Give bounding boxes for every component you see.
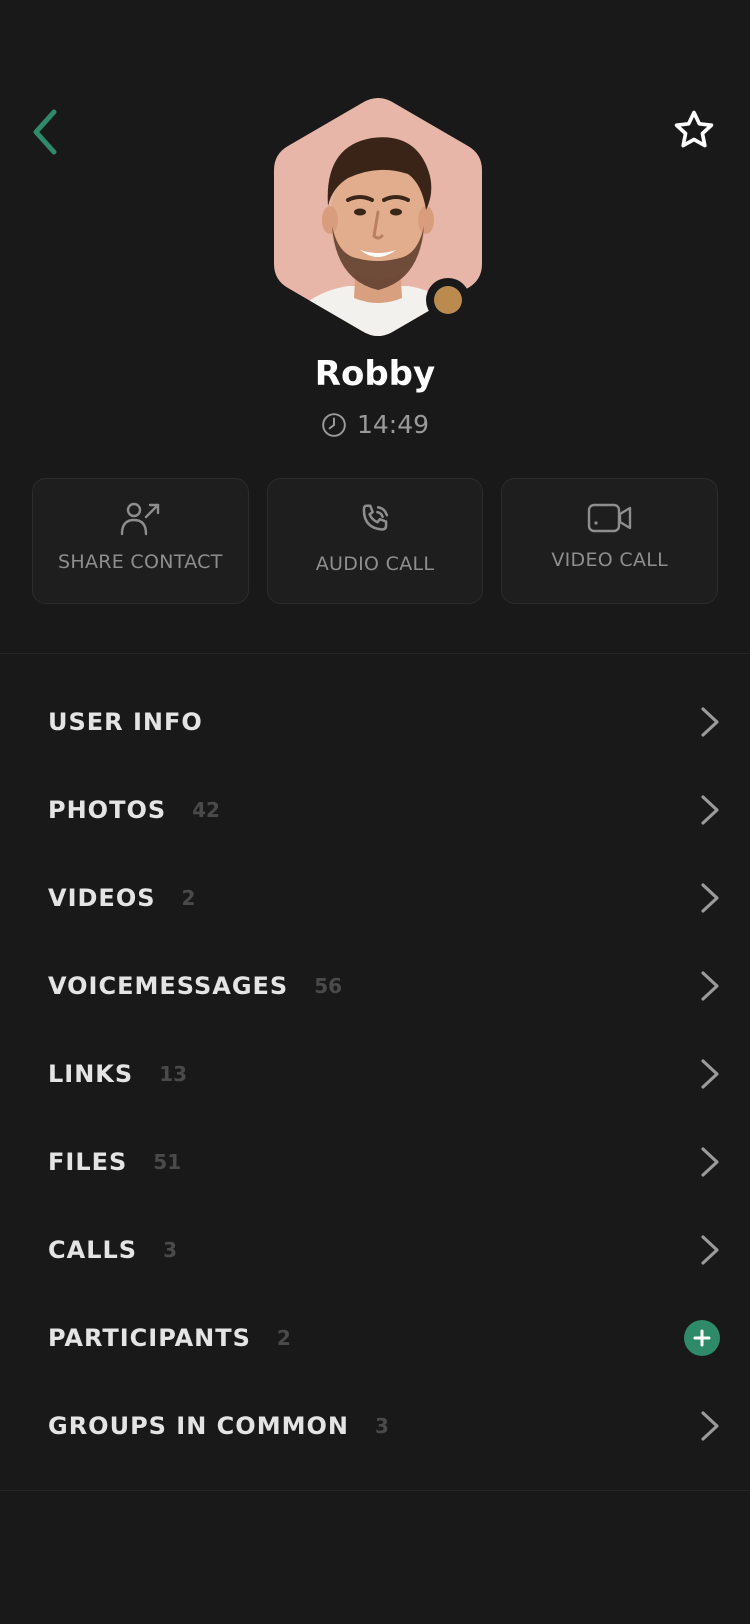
menu-item-videos[interactable]: VIDEOS 2	[0, 854, 750, 942]
menu-item-voicemessages[interactable]: VOICEMESSAGES 56	[0, 942, 750, 1030]
menu-item-files[interactable]: FILES 51	[0, 1118, 750, 1206]
back-button[interactable]	[24, 106, 68, 158]
menu-item-count: 2	[276, 1326, 291, 1350]
menu-item-label: VIDEOS	[48, 884, 156, 912]
menu-item-label: PARTICIPANTS	[48, 1324, 251, 1352]
menu-item-calls[interactable]: CALLS 3	[0, 1206, 750, 1294]
menu-item-label: PHOTOS	[48, 796, 167, 824]
menu-item-count: 42	[192, 798, 220, 822]
audio-call-button[interactable]: AUDIO CALL	[266, 478, 484, 604]
online-status-indicator	[426, 278, 470, 322]
contact-profile-screen: Robby 14:49 SHARE CONTACT AUDIO CALL VID…	[0, 0, 750, 1624]
video-call-button[interactable]: VIDEO CALL	[501, 478, 719, 604]
chevron-right-icon	[701, 795, 719, 825]
divider-top	[0, 653, 750, 654]
chevron-right-icon	[701, 971, 719, 1001]
plus-icon	[693, 1329, 711, 1347]
menu-item-count: 13	[159, 1062, 188, 1086]
menu-item-photos[interactable]: PHOTOS 42	[0, 766, 750, 854]
quick-actions: SHARE CONTACT AUDIO CALL VIDEO CALL	[32, 478, 719, 604]
clock-icon	[322, 412, 346, 437]
chevron-left-icon	[33, 109, 57, 155]
menu-item-user-info[interactable]: USER INFO	[0, 678, 750, 766]
menu-item-count: 56	[314, 974, 343, 998]
menu-item-groups-in-common[interactable]: GROUPS IN COMMON 3	[0, 1382, 750, 1470]
menu-item-label: GROUPS IN COMMON	[48, 1412, 349, 1440]
chevron-right-icon	[701, 1059, 719, 1089]
chevron-right-icon	[701, 1411, 719, 1441]
chevron-right-icon	[701, 707, 719, 737]
divider-bottom	[0, 1490, 750, 1491]
chevron-right-icon	[701, 1235, 719, 1265]
menu-item-count: 2	[181, 886, 196, 910]
menu-item-participants[interactable]: PARTICIPANTS 2	[0, 1294, 750, 1382]
menu-item-label: FILES	[48, 1148, 128, 1176]
menu-item-count: 51	[153, 1150, 182, 1174]
star-outline-icon	[674, 110, 714, 148]
share-contact-button[interactable]: SHARE CONTACT	[32, 478, 249, 604]
menu-item-label: LINKS	[48, 1060, 134, 1088]
last-seen: 14:49	[0, 410, 750, 439]
chevron-right-icon	[701, 1147, 719, 1177]
menu-item-label: USER INFO	[48, 708, 203, 736]
favorite-button[interactable]	[672, 108, 724, 160]
menu-item-count: 3	[374, 1414, 389, 1438]
share-contact-label: SHARE CONTACT	[58, 551, 223, 573]
phone-icon	[362, 504, 389, 531]
contact-name: Robby	[314, 354, 436, 394]
menu-item-count: 3	[163, 1238, 177, 1262]
audio-call-label: AUDIO CALL	[315, 553, 435, 575]
add-participant-button[interactable]	[684, 1320, 720, 1356]
video-camera-icon	[587, 503, 631, 533]
video-call-label: VIDEO CALL	[551, 549, 669, 571]
last-seen-time: 14:49	[356, 410, 430, 439]
menu-item-label: VOICEMESSAGES	[48, 972, 289, 1000]
menu-item-label: CALLS	[48, 1236, 138, 1264]
share-contact-icon	[121, 502, 160, 536]
profile-menu: USER INFO PHOTOS 42 VIDEOS 2 VOICEMESSAG…	[0, 678, 750, 1470]
chevron-right-icon	[701, 883, 719, 913]
menu-item-links[interactable]: LINKS 13	[0, 1030, 750, 1118]
